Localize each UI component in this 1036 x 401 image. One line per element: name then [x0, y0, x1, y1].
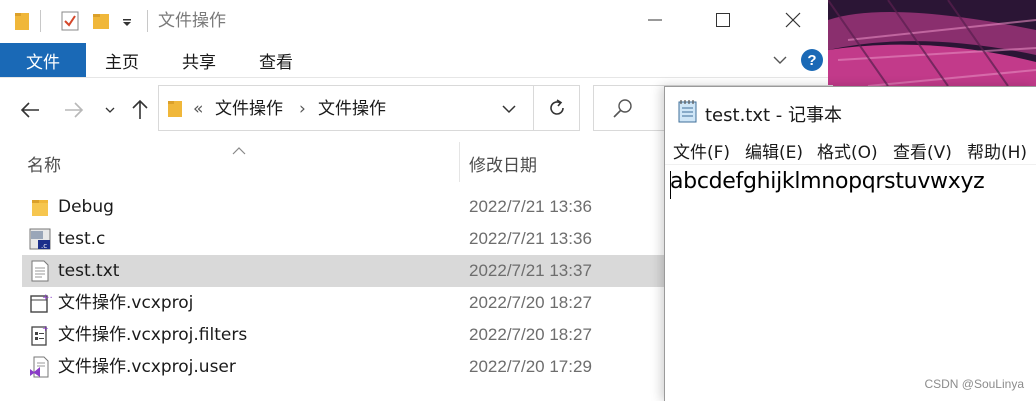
file-date: 2022/7/21 13:36 — [469, 229, 592, 248]
help-button[interactable]: ? — [801, 49, 823, 71]
maximize-button[interactable] — [688, 0, 758, 40]
file-row-vcxproj-user[interactable]: 文件操作.vcxproj.user 2022/7/20 17:29 — [22, 351, 672, 383]
c-source-file-icon: .c — [28, 227, 52, 251]
refresh-icon — [549, 99, 564, 115]
svg-text:+: + — [42, 324, 49, 333]
forward-arrow-icon[interactable] — [60, 96, 88, 124]
folder-small-icon — [14, 10, 30, 32]
window-title: 文件操作 — [158, 11, 226, 31]
menu-file[interactable]: 文件(F) — [673, 138, 730, 163]
notepad-text-area[interactable]: abcdefghijklmnopqrstuvwxyz — [670, 169, 985, 194]
menu-view[interactable]: 查看(V) — [893, 138, 952, 163]
back-arrow-icon[interactable] — [16, 96, 44, 124]
title-bar: 文件操作 — [0, 0, 828, 40]
expand-ribbon-chevron-icon[interactable] — [770, 50, 790, 70]
svg-text:++: ++ — [42, 293, 52, 303]
sort-ascending-icon — [232, 142, 246, 160]
filters-file-icon: + — [28, 323, 52, 347]
refresh-button[interactable] — [534, 85, 580, 131]
file-name: 文件操作.vcxproj — [58, 293, 194, 313]
breadcrumb-separator: › — [299, 99, 306, 119]
menu-format[interactable]: 格式(O) — [817, 138, 878, 163]
notepad-window: test.txt - 记事本 文件(F) 编辑(E) 格式(O) 查看(V) 帮… — [664, 86, 1036, 401]
breadcrumb-item[interactable]: 文件操作 — [318, 86, 386, 132]
breadcrumb-item[interactable]: 文件操作 — [215, 86, 283, 132]
file-date: 2022/7/20 18:27 — [469, 325, 592, 344]
up-arrow-icon[interactable] — [126, 96, 154, 124]
file-row-vcxproj-filters[interactable]: + 文件操作.vcxproj.filters 2022/7/20 18:27 — [22, 319, 672, 351]
file-row-test-c[interactable]: .c test.c 2022/7/21 13:36 — [22, 223, 672, 255]
file-date: 2022/7/21 13:36 — [469, 197, 592, 216]
file-row-test-txt[interactable]: test.txt 2022/7/21 13:37 — [22, 255, 672, 287]
file-name: 文件操作.vcxproj.user — [58, 357, 236, 377]
minimize-button[interactable] — [620, 0, 690, 40]
address-bar[interactable]: « 文件操作 › 文件操作 — [158, 85, 534, 131]
menu-edit[interactable]: 编辑(E) — [745, 138, 803, 163]
address-history-chevron-icon[interactable] — [501, 102, 517, 120]
file-name: test.c — [58, 229, 106, 249]
close-button[interactable] — [758, 0, 828, 40]
menu-help[interactable]: 帮助(H) — [967, 138, 1027, 163]
tab-view[interactable]: 查看 — [259, 43, 293, 77]
ribbon-tabs: 文件 主页 共享 查看 — [0, 40, 828, 78]
customize-quick-access-icon[interactable] — [120, 10, 134, 32]
address-folder-icon — [167, 99, 183, 124]
file-row-vcxproj[interactable]: ++ 文件操作.vcxproj 2022/7/20 18:27 — [22, 287, 672, 319]
tab-file[interactable]: 文件 — [0, 43, 86, 77]
svg-text:.c: .c — [41, 242, 47, 250]
notepad-icon — [677, 99, 699, 123]
file-date: 2022/7/20 18:27 — [469, 293, 592, 312]
notepad-title: test.txt - 记事本 — [705, 105, 842, 126]
file-row-debug[interactable]: Debug 2022/7/21 13:36 — [22, 191, 672, 223]
file-name: test.txt — [58, 261, 120, 281]
breadcrumb-overflow[interactable]: « — [193, 86, 203, 132]
new-folder-icon[interactable] — [92, 10, 110, 32]
vcxproj-file-icon: ++ — [28, 291, 57, 315]
column-name-header[interactable]: 名称 — [27, 151, 61, 176]
column-date-header[interactable]: 修改日期 — [469, 151, 537, 176]
file-date: 2022/7/21 13:37 — [469, 261, 592, 280]
column-divider[interactable] — [459, 142, 460, 182]
notepad-menu-bar: 文件(F) 编辑(E) 格式(O) 查看(V) 帮助(H) — [665, 135, 1036, 165]
vs-user-file-icon — [28, 355, 52, 379]
file-date: 2022/7/20 17:29 — [469, 357, 592, 376]
tab-share[interactable]: 共享 — [182, 43, 216, 77]
text-file-icon — [28, 259, 52, 283]
recent-locations-chevron-icon[interactable] — [96, 96, 124, 124]
file-name: Debug — [58, 197, 114, 217]
properties-icon[interactable] — [60, 10, 80, 32]
tab-home[interactable]: 主页 — [105, 43, 139, 77]
file-name: 文件操作.vcxproj.filters — [58, 325, 248, 345]
search-icon — [612, 98, 634, 125]
watermark: CSDN @SouLinya — [924, 377, 1024, 391]
desktop-wallpaper — [828, 0, 1036, 86]
folder-icon — [28, 195, 52, 219]
